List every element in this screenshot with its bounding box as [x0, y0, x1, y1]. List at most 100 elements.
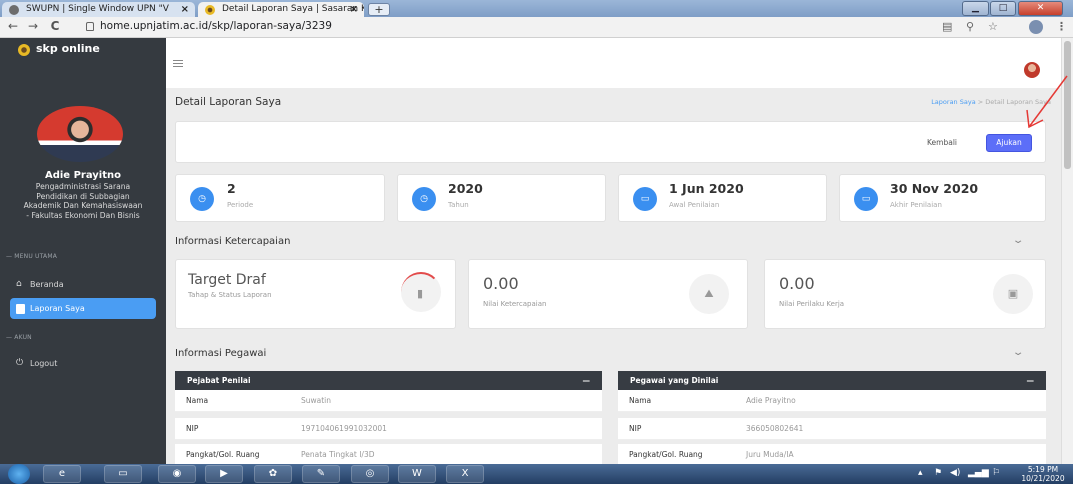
menu-section-main: — MENU UTAMA — [6, 253, 58, 260]
explorer-icon[interactable]: ▭ — [104, 465, 142, 483]
table-row: Pangkat/Gol. Ruang Juru Muda/IA — [618, 444, 1046, 466]
logo-icon — [18, 44, 30, 56]
close-window-button[interactable]: ✕ — [1018, 1, 1063, 16]
submit-button[interactable]: Ajukan — [986, 134, 1032, 152]
scrollbar-thumb[interactable] — [1064, 41, 1071, 169]
forward-button[interactable]: → — [26, 19, 40, 33]
network-icon[interactable]: ⚑ — [934, 468, 942, 478]
start-button[interactable] — [8, 464, 30, 484]
user-name: Adie Prayitno — [44, 170, 121, 181]
new-tab-button[interactable]: + — [368, 3, 390, 16]
row-value: 197104061991032001 — [301, 424, 387, 433]
calendar-icon: ▭ — [854, 187, 878, 211]
user-role-line: Akademik Dan Kemahasiswaan — [23, 201, 143, 211]
tab-title: Detail Laporan Saya | Sasaran Kin — [222, 4, 364, 14]
volume-icon[interactable]: ◀) — [950, 468, 960, 478]
excel-icon[interactable]: X — [446, 465, 484, 483]
close-icon[interactable]: × — [350, 2, 358, 17]
stat-label: Tahun — [448, 201, 469, 209]
address-bar: ← → C home.upnjatim.ac.id/skp/laporan-sa… — [0, 17, 1073, 38]
taskbar: e ▭ ◉ ▶ ✿ ✎ ◎ W X ▴ ⚑ ◀) ▂▄▆ ⚐ 5:19 PM 1… — [0, 464, 1073, 484]
main-content: Detail Laporan Saya Laporan Saya > Detai… — [166, 38, 1061, 466]
stat-label: Awal Penilaian — [669, 201, 720, 209]
sidebar-item-logout[interactable]: ⏻ Logout — [10, 353, 156, 374]
site-logo-icon — [205, 5, 215, 15]
table-header-evaluator: Pejabat Penilai — — [175, 371, 602, 390]
clock-icon: ◷ — [190, 187, 214, 211]
sidebar-item-laporan-saya[interactable]: Laporan Saya — [10, 298, 156, 319]
row-value: 366050802641 — [746, 424, 804, 433]
stat-card-tahun: ◷ 2020 Tahun — [397, 174, 606, 222]
breadcrumb-link[interactable]: Laporan Saya — [931, 98, 976, 106]
maximize-button[interactable]: □ — [990, 1, 1016, 16]
minimize-button[interactable]: ▁ — [962, 1, 989, 16]
row-key: Pangkat/Gol. Ruang — [629, 450, 703, 459]
stat-card-periode: ◷ 2 Periode — [175, 174, 385, 222]
action-center-icon[interactable]: ⚐ — [992, 468, 1000, 478]
row-key: NIP — [629, 424, 642, 433]
page-scrollbar[interactable] — [1061, 38, 1073, 464]
row-key: NIP — [186, 424, 199, 433]
signal-icon[interactable]: ▂▄▆ — [968, 468, 989, 478]
paint-icon[interactable]: ✿ — [254, 465, 292, 483]
reload-button[interactable]: C — [48, 19, 62, 33]
table-row: Pangkat/Gol. Ruang Penata Tingkat I/3D — [175, 444, 602, 466]
collapse-icon[interactable]: — — [583, 371, 591, 390]
home-icon: ⌂ — [16, 279, 22, 289]
browser-tab-detail[interactable]: Detail Laporan Saya | Sasaran Kin × — [198, 2, 364, 17]
translate-icon[interactable]: ▤ — [942, 20, 952, 33]
sidebar-item-beranda[interactable]: ⌂ Beranda — [10, 274, 156, 295]
row-key: Nama — [186, 396, 209, 405]
ie-icon[interactable]: e — [43, 465, 81, 483]
media-player-icon[interactable]: ▶ — [205, 465, 243, 483]
browser-tab-swupn[interactable]: SWUPN | Single Window UPN "V × — [2, 2, 195, 17]
chevron-down-icon[interactable]: ⌄ — [1012, 235, 1025, 246]
menu-dots-icon[interactable]: ⋮ — [1056, 20, 1067, 33]
row-value: Adie Prayitno — [746, 396, 796, 405]
stat-card-awal: ▭ 1 Jun 2020 Awal Penilaian — [618, 174, 827, 222]
app-title: skp online — [36, 42, 100, 55]
word-icon[interactable]: W — [398, 465, 436, 483]
zoom-icon[interactable]: ⚲ — [966, 20, 974, 33]
card-label: Tahap & Status Laporan — [188, 291, 272, 299]
card-value: 0.00 — [483, 274, 519, 293]
breadcrumb-current: Detail Laporan Saya — [985, 98, 1051, 106]
card-label: Nilai Ketercapaian — [483, 300, 547, 308]
chrome-icon[interactable]: ◎ — [351, 465, 389, 483]
back-button[interactable]: Kembali — [918, 135, 966, 151]
paint-brush-icon[interactable]: ✎ — [302, 465, 340, 483]
collapse-icon[interactable]: — — [1027, 371, 1035, 390]
firefox-icon[interactable]: ◉ — [158, 465, 196, 483]
table-row: Nama Adie Prayitno — [618, 390, 1046, 412]
header-avatar[interactable] — [1024, 62, 1040, 78]
breadcrumb-separator: > — [977, 98, 984, 106]
system-clock[interactable]: 5:19 PM 10/21/2020 — [1018, 465, 1068, 483]
stat-value: 30 Nov 2020 — [890, 181, 979, 196]
achievement-card-nilai: 0.00 Nilai Ketercapaian ⛰ — [468, 259, 748, 329]
user-role-line: Pengadministrasi Sarana — [35, 182, 131, 191]
back-button[interactable]: ← — [6, 19, 20, 33]
row-value: Juru Muda/IA — [746, 450, 794, 459]
stat-label: Periode — [227, 201, 254, 209]
star-icon[interactable]: ☆ — [988, 20, 998, 33]
row-key: Nama — [629, 396, 652, 405]
row-key: Pangkat/Gol. Ruang — [186, 450, 260, 459]
hamburger-icon[interactable] — [173, 60, 183, 67]
stat-value: 1 Jun 2020 — [669, 181, 744, 196]
clock-time: 5:19 PM — [1027, 465, 1059, 474]
action-card — [175, 121, 1046, 163]
table-row: NIP 197104061991032001 — [175, 418, 602, 440]
close-icon[interactable]: × — [181, 2, 189, 17]
menu-section-account: — AKUN — [6, 334, 32, 341]
stat-value: 2020 — [448, 181, 483, 196]
chevron-down-icon[interactable]: ⌄ — [1012, 347, 1025, 358]
chart-icon: ⛰ — [689, 274, 729, 314]
table-header-evaluated: Pegawai yang Dinilai — — [618, 371, 1046, 390]
breadcrumb: Laporan Saya > Detail Laporan Saya — [931, 98, 1051, 106]
url-field[interactable]: home.upnjatim.ac.id/skp/laporan-saya/323… — [100, 20, 332, 32]
profile-avatar[interactable] — [1029, 20, 1043, 34]
page-title: Detail Laporan Saya — [175, 96, 282, 108]
brand[interactable]: skp online — [0, 38, 166, 62]
browser-tab-strip: SWUPN | Single Window UPN "V × Detail La… — [0, 0, 1073, 17]
tray-arrow-icon[interactable]: ▴ — [918, 468, 923, 478]
